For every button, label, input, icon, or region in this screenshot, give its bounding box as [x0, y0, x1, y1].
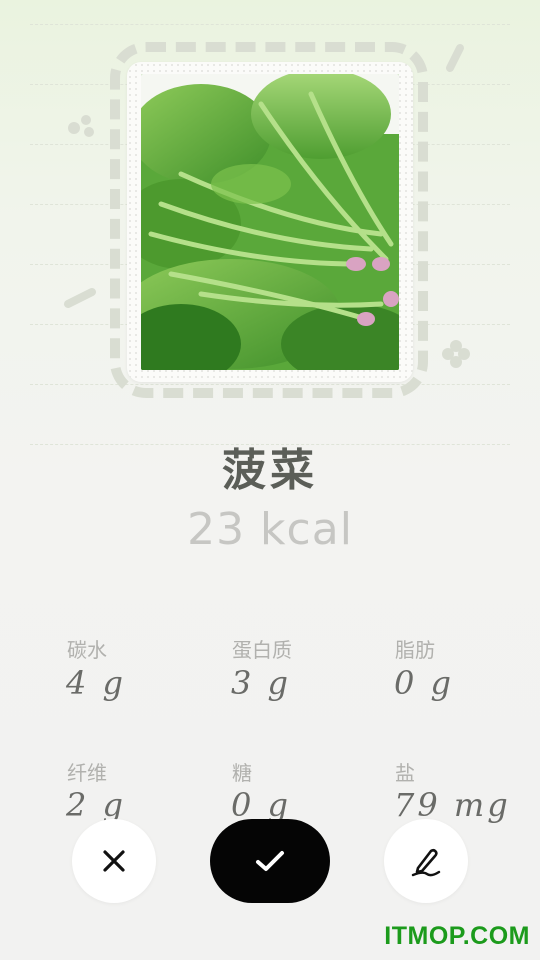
watermark-text: ITMOP.COM [384, 922, 530, 950]
spinach-illustration [141, 74, 399, 370]
nutrient-value: 4 g [66, 664, 127, 702]
nutrient-label: 脂肪 [395, 638, 435, 662]
nutrient-value: 79 mg [394, 786, 511, 824]
calories-value: 23 kcal [187, 504, 353, 555]
flower-doodle-icon [442, 340, 470, 368]
food-name: 菠菜 [222, 445, 318, 496]
background-dotted-line [30, 24, 510, 25]
dots-doodle-icon [68, 115, 94, 137]
stroke-doodle-icon [446, 44, 464, 72]
spinach-photo [141, 74, 399, 370]
food-photo-card [127, 62, 413, 382]
nutrient-label: 糖 [232, 761, 252, 785]
nutrient-label: 蛋白质 [232, 638, 292, 662]
stroke-doodle-icon [64, 288, 96, 308]
nutrient-label: 碳水 [67, 638, 107, 662]
cancel-button[interactable] [72, 819, 156, 903]
confirm-button[interactable] [210, 819, 330, 903]
check-icon [256, 851, 284, 871]
nutrient-value: 3 g [231, 664, 292, 702]
close-icon [103, 850, 125, 872]
pen-icon [411, 848, 441, 877]
nutrient-value: 0 g [394, 664, 455, 702]
nutrient-label: 盐 [395, 761, 415, 785]
edit-button[interactable] [384, 819, 468, 903]
nutrient-label: 纤维 [67, 761, 107, 785]
